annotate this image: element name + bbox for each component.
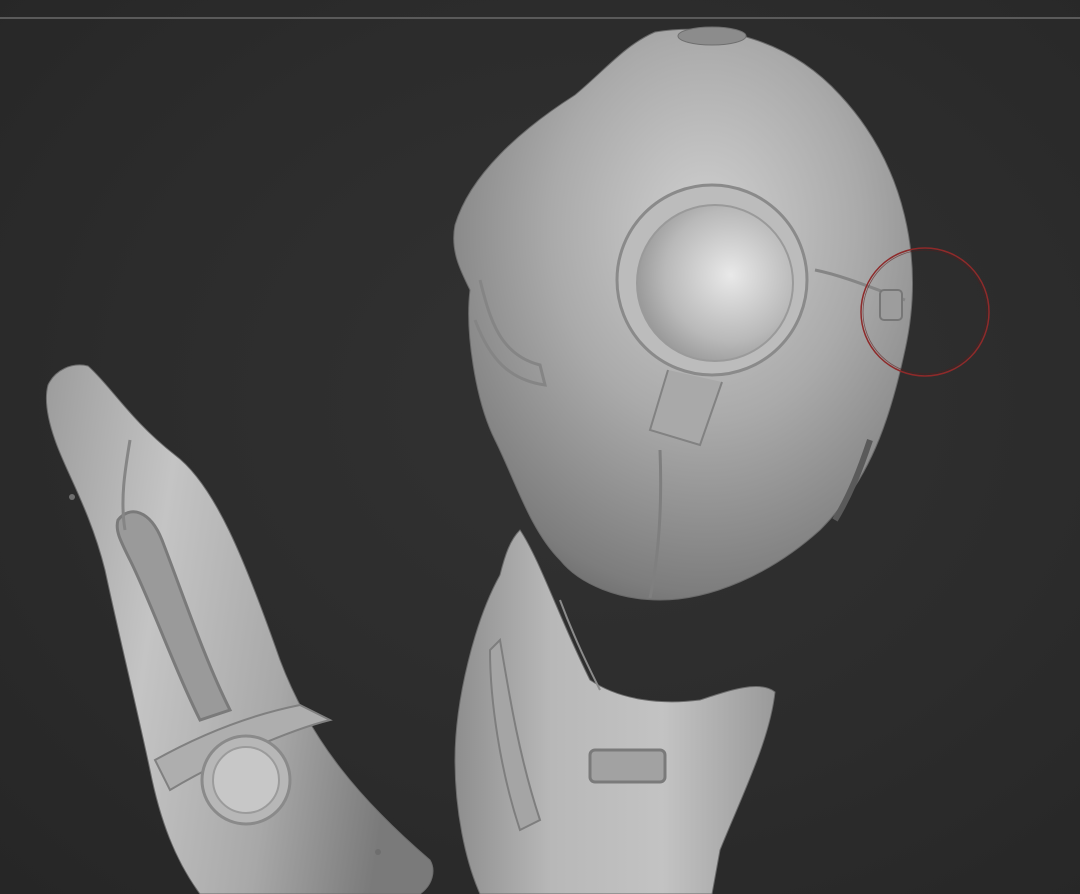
scene-canvas[interactable]	[0, 0, 1080, 894]
helmet-mesh[interactable]	[453, 26, 913, 601]
neck-slot	[588, 748, 667, 784]
helmet-eye	[636, 204, 794, 362]
sculpt-viewport[interactable]	[0, 0, 1080, 894]
forearm-mesh[interactable]	[45, 364, 434, 894]
